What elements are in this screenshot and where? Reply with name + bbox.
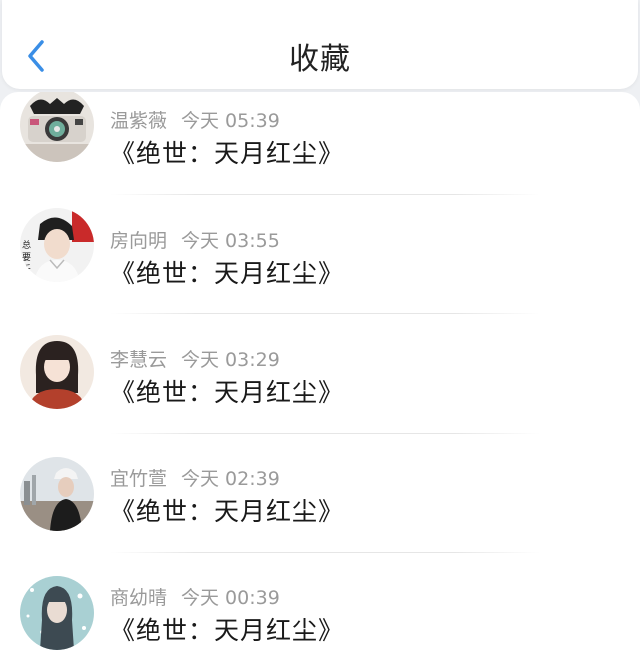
list-item[interactable]: 温紫薇 今天 05:39 《绝世：天月红尘》 (0, 92, 640, 211)
username: 房向明 (110, 230, 168, 252)
item-meta: 房向明 今天 03:55 (110, 226, 280, 253)
timestamp: 今天 03:55 (181, 230, 280, 252)
item-meta: 商幼晴 今天 00:39 (110, 583, 280, 610)
avatar[interactable] (20, 576, 94, 650)
avatar[interactable] (20, 92, 94, 162)
timestamp: 今天 02:39 (181, 468, 280, 490)
top-nav-bar: 收藏 (2, 0, 638, 89)
divider (110, 313, 540, 314)
list-item[interactable]: 宜竹萱 今天 02:39 《绝世：天月红尘》 (0, 449, 640, 568)
list-item[interactable]: 李慧云 今天 03:29 《绝世：天月红尘》 (0, 330, 640, 449)
timestamp: 今天 03:29 (181, 349, 280, 371)
favorite-title: 《绝世：天月红尘》 (110, 616, 345, 645)
list-item[interactable]: 商幼晴 今天 00:39 《绝世：天月红尘》 (0, 568, 640, 671)
divider (110, 433, 540, 434)
avatar[interactable]: 总 要 乐 (20, 208, 94, 282)
svg-text:总: 总 (22, 239, 31, 251)
favorite-title: 《绝世：天月红尘》 (110, 259, 345, 288)
item-meta: 宜竹萱 今天 02:39 (110, 464, 280, 491)
username: 温紫薇 (110, 110, 168, 132)
timestamp: 今天 05:39 (181, 110, 280, 132)
username: 商幼晴 (110, 587, 168, 609)
favorites-list: 温紫薇 今天 05:39 《绝世：天月红尘》 总 要 乐 房向明 今天 03:55 … (0, 92, 640, 671)
list-item[interactable]: 总 要 乐 房向明 今天 03:55 《绝世：天月红尘》 (0, 208, 640, 330)
item-meta: 温紫薇 今天 05:39 (110, 106, 280, 133)
page-title: 收藏 (289, 42, 351, 77)
divider (110, 552, 540, 553)
svg-text:乐: 乐 (22, 263, 31, 275)
avatar[interactable] (20, 335, 94, 409)
item-meta: 李慧云 今天 03:29 (110, 345, 280, 372)
favorite-title: 《绝世：天月红尘》 (110, 139, 345, 168)
username: 宜竹萱 (110, 468, 168, 490)
divider (110, 194, 540, 195)
avatar[interactable] (20, 457, 94, 531)
username: 李慧云 (110, 349, 168, 371)
timestamp: 今天 00:39 (181, 587, 280, 609)
svg-text:要: 要 (22, 252, 31, 263)
favorite-title: 《绝世：天月红尘》 (110, 378, 345, 407)
favorite-title: 《绝世：天月红尘》 (110, 497, 345, 526)
